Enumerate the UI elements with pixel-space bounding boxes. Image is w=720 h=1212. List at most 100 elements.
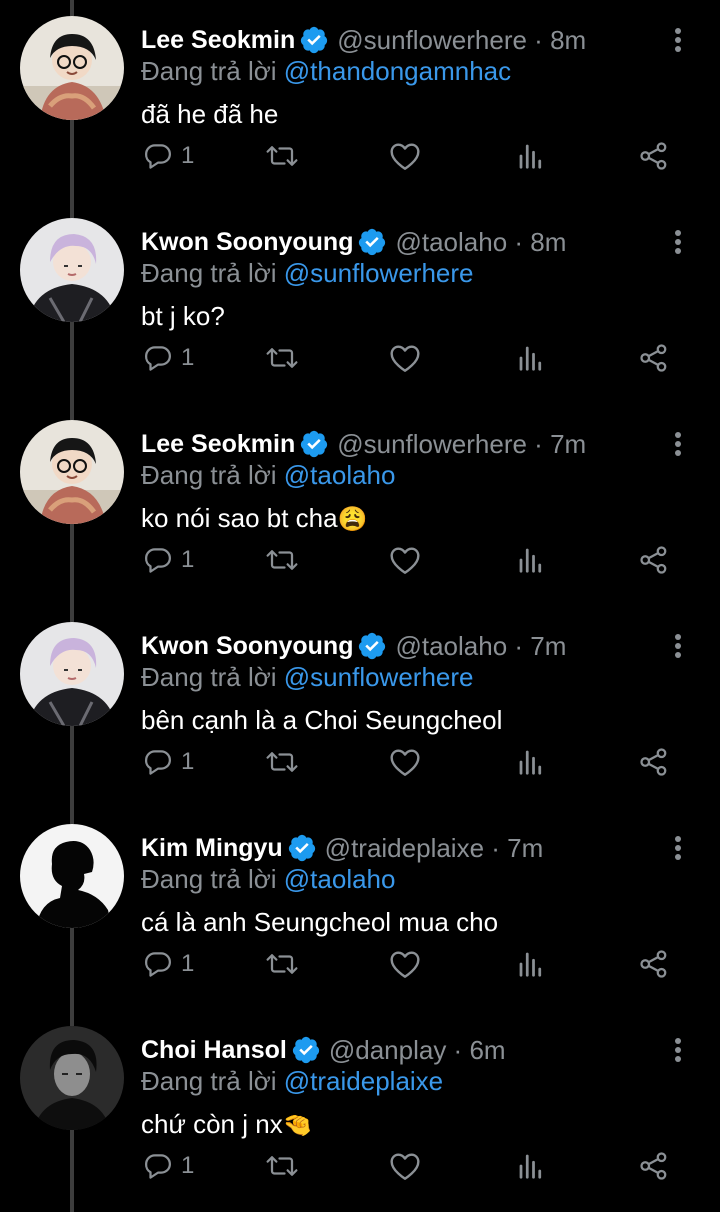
share-icon — [639, 141, 669, 171]
reply-icon — [143, 141, 173, 171]
views-button[interactable] — [517, 540, 545, 580]
reply-button[interactable]: 1 — [143, 944, 194, 984]
like-button[interactable] — [389, 944, 421, 984]
retweet-icon — [265, 141, 299, 171]
share-icon — [639, 1151, 669, 1181]
heart-icon — [389, 949, 421, 979]
verified-badge-icon — [357, 631, 387, 661]
views-button[interactable] — [517, 1146, 545, 1186]
retweet-button[interactable] — [265, 742, 299, 782]
tweet-reply[interactable]: Kwon Soonyoung @taolaho · 8m Đang trả lờ… — [0, 202, 720, 404]
more-options-icon[interactable] — [664, 426, 692, 462]
display-name[interactable]: Kim Mingyu — [141, 834, 283, 863]
retweet-button[interactable] — [265, 1146, 299, 1186]
display-name[interactable]: Lee Seokmin — [141, 26, 295, 55]
tweet-header: Kim Mingyu @traideplaixe · 7m — [141, 830, 543, 866]
user-handle[interactable]: @sunflowerhere — [337, 429, 527, 460]
retweet-button[interactable] — [265, 540, 299, 580]
share-icon — [639, 343, 669, 373]
like-button[interactable] — [389, 338, 421, 378]
display-name[interactable]: Kwon Soonyoung — [141, 632, 353, 661]
replying-to: Đang trả lời @sunflowerhere — [141, 662, 474, 693]
tweet-text-body: đã he đã he — [141, 99, 279, 129]
timestamp[interactable]: 7m — [507, 833, 543, 864]
reply-count: 1 — [181, 1152, 195, 1179]
like-button[interactable] — [389, 540, 421, 580]
replying-to-mention[interactable]: @traideplaixe — [284, 1066, 443, 1096]
timestamp[interactable]: 8m — [550, 25, 586, 56]
analytics-icon — [517, 747, 545, 777]
user-handle[interactable]: @taolaho — [395, 631, 507, 662]
avatar[interactable] — [20, 218, 124, 322]
tweet-text-body: chứ còn j nx — [141, 1109, 283, 1139]
timestamp[interactable]: 7m — [530, 631, 566, 662]
avatar[interactable] — [20, 420, 124, 524]
share-button[interactable] — [639, 944, 669, 984]
share-button[interactable] — [639, 1146, 669, 1186]
tweet-header: Choi Hansol @danplay · 6m — [141, 1032, 506, 1068]
more-options-icon[interactable] — [664, 22, 692, 58]
share-icon — [639, 949, 669, 979]
user-handle[interactable]: @taolaho — [395, 227, 507, 258]
views-button[interactable] — [517, 742, 545, 782]
share-button[interactable] — [639, 540, 669, 580]
timestamp[interactable]: 7m — [550, 429, 586, 460]
heart-icon — [389, 747, 421, 777]
display-name[interactable]: Lee Seokmin — [141, 430, 295, 459]
analytics-icon — [517, 545, 545, 575]
thread-connector-line — [70, 606, 74, 622]
like-button[interactable] — [389, 136, 421, 176]
replying-to-mention[interactable]: @taolaho — [284, 864, 396, 894]
more-options-icon[interactable] — [664, 830, 692, 866]
avatar[interactable] — [20, 16, 124, 120]
tweet-reply[interactable]: Lee Seokmin @sunflowerhere · 7m Đang trả… — [0, 404, 720, 606]
reply-button[interactable]: 1 — [143, 136, 194, 176]
more-options-icon[interactable] — [664, 224, 692, 260]
replying-to: Đang trả lời @taolaho — [141, 460, 395, 491]
tweet-reply[interactable]: Kim Mingyu @traideplaixe · 7m Đang trả l… — [0, 808, 720, 1010]
views-button[interactable] — [517, 136, 545, 176]
reply-icon — [143, 343, 173, 373]
user-handle[interactable]: @danplay — [329, 1035, 446, 1066]
tweet-actions: 1 — [141, 944, 681, 984]
replying-to-mention[interactable]: @thandongamnhac — [284, 56, 511, 86]
user-handle[interactable]: @sunflowerhere — [337, 25, 527, 56]
reply-button[interactable]: 1 — [143, 742, 194, 782]
reply-button[interactable]: 1 — [143, 1146, 194, 1186]
reply-button[interactable]: 1 — [143, 540, 194, 580]
like-button[interactable] — [389, 742, 421, 782]
avatar[interactable] — [20, 622, 124, 726]
timestamp[interactable]: 6m — [469, 1035, 505, 1066]
user-handle[interactable]: @traideplaixe — [325, 833, 484, 864]
views-button[interactable] — [517, 338, 545, 378]
share-button[interactable] — [639, 136, 669, 176]
retweet-button[interactable] — [265, 338, 299, 378]
like-button[interactable] — [389, 1146, 421, 1186]
display-name[interactable]: Choi Hansol — [141, 1036, 287, 1065]
retweet-icon — [265, 343, 299, 373]
tweet-reply[interactable]: Choi Hansol @danplay · 6m Đang trả lời @… — [0, 1010, 720, 1212]
replying-to-mention[interactable]: @sunflowerhere — [284, 258, 474, 288]
share-button[interactable] — [639, 338, 669, 378]
display-name[interactable]: Kwon Soonyoung — [141, 228, 353, 257]
avatar[interactable] — [20, 824, 124, 928]
timestamp[interactable]: 8m — [530, 227, 566, 258]
views-button[interactable] — [517, 944, 545, 984]
tweet-text-body: bt j ko? — [141, 301, 225, 331]
reply-button[interactable]: 1 — [143, 338, 194, 378]
avatar[interactable] — [20, 1026, 124, 1130]
more-options-icon[interactable] — [664, 628, 692, 664]
replying-to-mention[interactable]: @taolaho — [284, 460, 396, 490]
separator-dot: · — [507, 226, 531, 257]
reply-count: 1 — [181, 546, 195, 573]
reply-icon — [143, 747, 173, 777]
tweet-reply[interactable]: Lee Seokmin @sunflowerhere · 8m Đang trả… — [0, 0, 720, 202]
retweet-button[interactable] — [265, 136, 299, 176]
replying-to-mention[interactable]: @sunflowerhere — [284, 662, 474, 692]
retweet-button[interactable] — [265, 944, 299, 984]
tweet-reply[interactable]: Kwon Soonyoung @taolaho · 7m Đang trả lờ… — [0, 606, 720, 808]
tweet-text: chứ còn j nx🤏 — [141, 1109, 313, 1140]
share-button[interactable] — [639, 742, 669, 782]
more-options-icon[interactable] — [664, 1032, 692, 1068]
tweet-text-body: cá là anh Seungcheol mua cho — [141, 907, 499, 937]
